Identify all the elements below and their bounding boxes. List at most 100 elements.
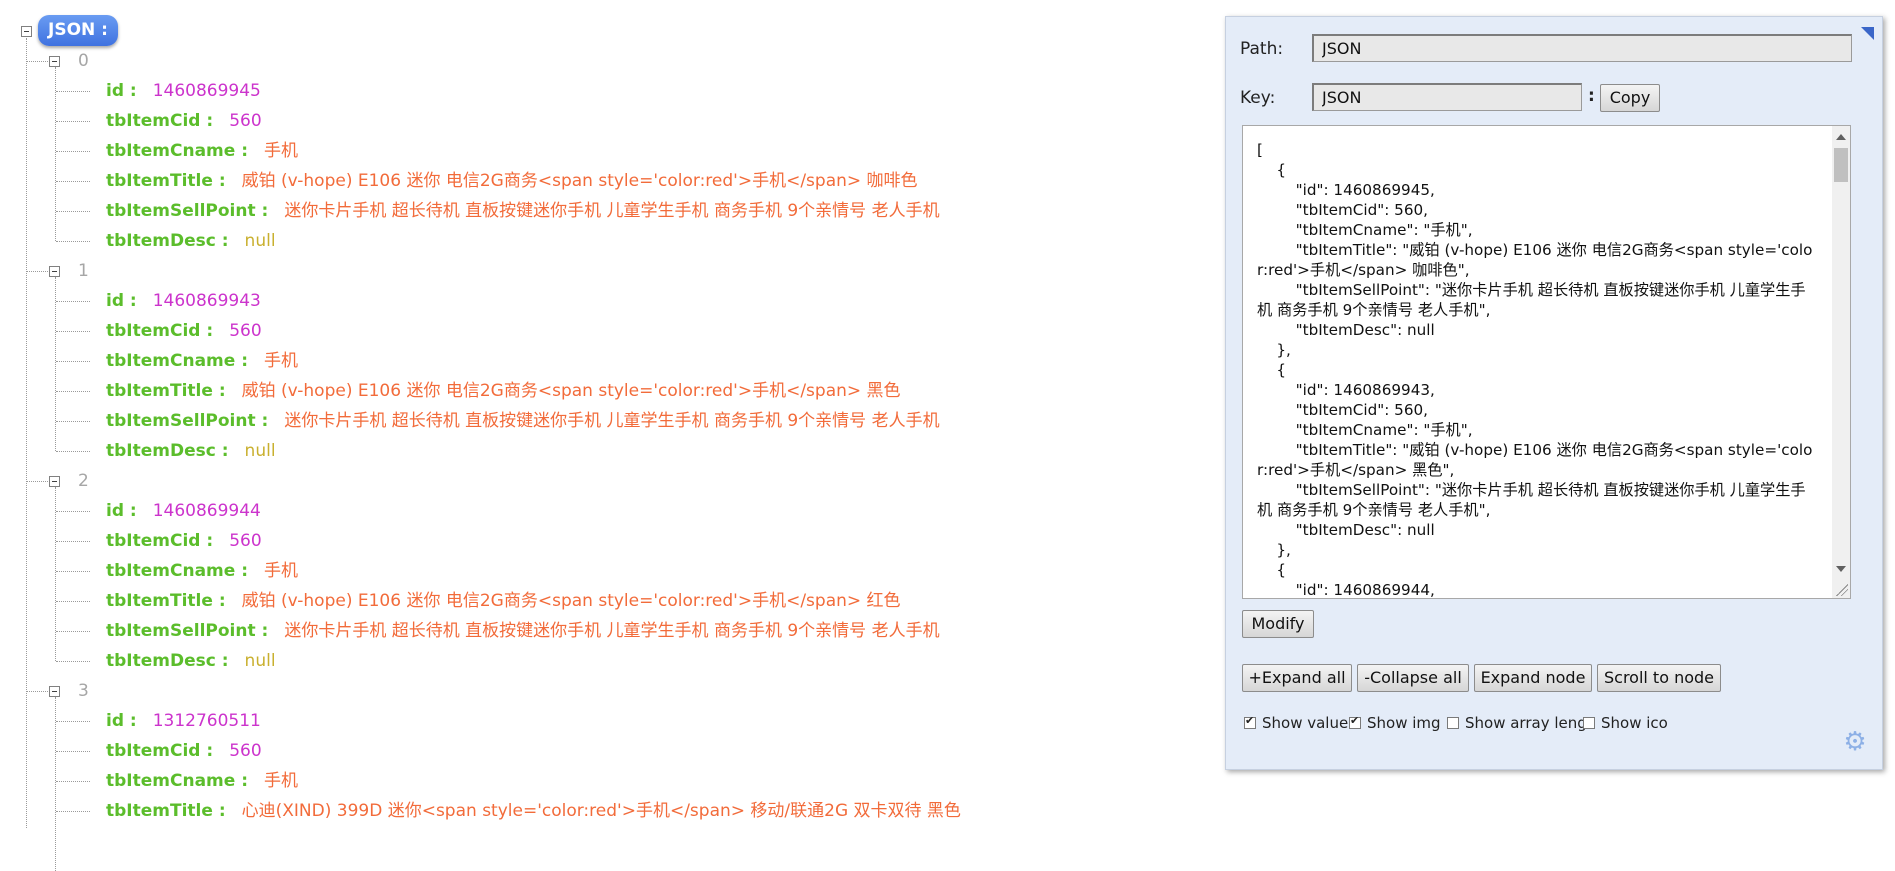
item-index[interactable]: 1 (78, 261, 89, 281)
show-ico-label: Show ico (1601, 714, 1668, 732)
key-input[interactable] (1312, 83, 1582, 111)
scroll-to-node-button[interactable]: Scroll to node (1597, 664, 1721, 692)
field-connector (56, 661, 90, 662)
show-ico-box[interactable] (1583, 717, 1595, 729)
show-value-checkbox[interactable]: Show value (1244, 714, 1348, 732)
field-row[interactable]: tbItemDesc : null (106, 441, 276, 461)
field-row[interactable]: id : 1460869943 (106, 291, 261, 311)
json-source-text[interactable]: [ { "id": 1460869945, "tbItemCid": 560, … (1257, 140, 1817, 598)
field-connector (56, 751, 90, 752)
field-connector (56, 301, 90, 302)
field-row[interactable]: tbItemTitle : 威铂 (v-hope) E106 迷你 电信2G商务<… (106, 381, 901, 401)
expand-all-button[interactable]: +Expand all (1242, 664, 1352, 692)
field-key: id : (106, 501, 137, 521)
field-key: tbItemDesc : (106, 441, 229, 461)
scroll-up-icon[interactable] (1836, 134, 1846, 140)
field-value: 迷你卡片手机 超长待机 直板按键迷你手机 儿童学生手机 商务手机 9个亲情号 老… (284, 621, 940, 641)
field-row[interactable]: tbItemTitle : 心迪(XIND) 399D 迷你<span style… (106, 801, 961, 821)
scroll-thumb[interactable] (1834, 148, 1848, 182)
json-inspector-panel: Path: Key: : Copy [ { "id": 1460869945, … (1225, 16, 1883, 770)
modify-button[interactable]: Modify (1242, 610, 1314, 638)
field-row[interactable]: tbItemCid : 560 (106, 531, 262, 551)
field-row[interactable]: tbItemCid : 560 (106, 321, 262, 341)
key-colon: : (1588, 86, 1595, 106)
field-row[interactable]: id : 1460869944 (106, 501, 261, 521)
field-row[interactable]: tbItemDesc : null (106, 651, 276, 671)
show-img-box[interactable] (1349, 714, 1361, 729)
field-connector (56, 151, 90, 152)
field-key: tbItemDesc : (106, 651, 229, 671)
field-row[interactable]: tbItemSellPoint : 迷你卡片手机 超长待机 直板按键迷你手机 儿童… (106, 411, 940, 431)
show-value-box[interactable] (1244, 714, 1256, 729)
field-connector (56, 181, 90, 182)
collapse-all-button[interactable]: -Collapse all (1357, 664, 1469, 692)
field-row[interactable]: tbItemCid : 560 (106, 111, 262, 131)
key-label: Key: (1240, 88, 1276, 108)
root-node-label[interactable]: JSON : (38, 15, 118, 46)
item-index[interactable]: 3 (78, 681, 89, 701)
path-input[interactable] (1312, 34, 1852, 62)
expand-node-button[interactable]: Expand node (1474, 664, 1592, 692)
field-value: 1460869943 (152, 291, 261, 311)
field-connector (56, 811, 90, 812)
scroll-down-icon[interactable] (1836, 566, 1846, 572)
field-row[interactable]: tbItemCname : 手机 (106, 351, 298, 371)
path-label: Path: (1240, 39, 1284, 59)
field-connector (56, 721, 90, 722)
field-value: 威铂 (v-hope) E106 迷你 电信2G商务<span style='c… (241, 381, 901, 401)
item-index[interactable]: 0 (78, 51, 89, 71)
json-tree: JSON : 0 id :1460869945 tbItemCid : 560 tbIt… (0, 0, 1200, 871)
field-row[interactable]: tbItemCname : 手机 (106, 771, 298, 791)
field-connector (56, 391, 90, 392)
field-row[interactable]: tbItemTitle : 威铂 (v-hope) E106 迷你 电信2G商务<… (106, 591, 901, 611)
field-connector (56, 421, 90, 422)
item-tree-line (55, 67, 56, 241)
field-key: tbItemCid : (106, 741, 214, 761)
tree-connector (27, 61, 48, 62)
field-value: 560 (229, 741, 262, 761)
field-row[interactable]: tbItemTitle : 威铂 (v-hope) E106 迷你 电信2G商务<… (106, 171, 918, 191)
field-value: 迷你卡片手机 超长待机 直板按键迷你手机 儿童学生手机 商务手机 9个亲情号 老… (284, 201, 940, 221)
tree-connector (27, 691, 48, 692)
item-collapse-toggle[interactable] (49, 56, 60, 67)
show-ico-checkbox[interactable]: Show ico (1583, 714, 1668, 732)
field-key: id : (106, 81, 137, 101)
show-array-leng-label: Show array leng (1465, 714, 1587, 732)
item-collapse-toggle[interactable] (49, 476, 60, 487)
panel-corner-arrow-icon[interactable] (1861, 27, 1874, 40)
field-value: 心迪(XIND) 399D 迷你<span style='color:red'>… (241, 801, 961, 821)
field-row[interactable]: id : 1312760511 (106, 711, 261, 731)
show-img-checkbox[interactable]: Show img (1349, 714, 1441, 732)
field-key: tbItemCid : (106, 531, 214, 551)
copy-button[interactable]: Copy (1600, 84, 1660, 112)
root-tree-line (26, 38, 27, 828)
field-row[interactable]: id : 1460869945 (106, 81, 261, 101)
field-row[interactable]: tbItemSellPoint : 迷你卡片手机 超长待机 直板按键迷你手机 儿童… (106, 201, 940, 221)
field-row[interactable]: tbItemCname : 手机 (106, 561, 298, 581)
field-row[interactable]: tbItemCname : 手机 (106, 141, 298, 161)
field-value: 手机 (264, 141, 299, 161)
field-key: tbItemCname : (106, 351, 249, 371)
show-array-leng-box[interactable] (1447, 717, 1459, 729)
item-index[interactable]: 2 (78, 471, 89, 491)
field-row[interactable]: tbItemSellPoint : 迷你卡片手机 超长待机 直板按键迷你手机 儿童… (106, 621, 940, 641)
field-connector (56, 121, 90, 122)
item-collapse-toggle[interactable] (49, 686, 60, 697)
field-row[interactable]: tbItemCid : 560 (106, 741, 262, 761)
field-connector (56, 541, 90, 542)
field-row[interactable]: tbItemDesc : null (106, 231, 276, 251)
field-connector (56, 631, 90, 632)
resize-grip-icon[interactable] (1836, 584, 1848, 596)
item-collapse-toggle[interactable] (49, 266, 60, 277)
field-value: null (244, 231, 276, 251)
gear-icon[interactable]: ⚙ (1842, 729, 1868, 755)
field-key: tbItemSellPoint : (106, 621, 269, 641)
tree-connector (27, 481, 48, 482)
field-key: tbItemSellPoint : (106, 201, 269, 221)
field-connector (56, 91, 90, 92)
textarea-scrollbar[interactable] (1832, 126, 1850, 598)
item-tree-line (55, 487, 56, 661)
show-array-leng-checkbox[interactable]: Show array leng (1447, 714, 1587, 732)
root-collapse-toggle[interactable] (21, 26, 32, 37)
json-source-textarea[interactable]: [ { "id": 1460869945, "tbItemCid": 560, … (1242, 125, 1851, 599)
